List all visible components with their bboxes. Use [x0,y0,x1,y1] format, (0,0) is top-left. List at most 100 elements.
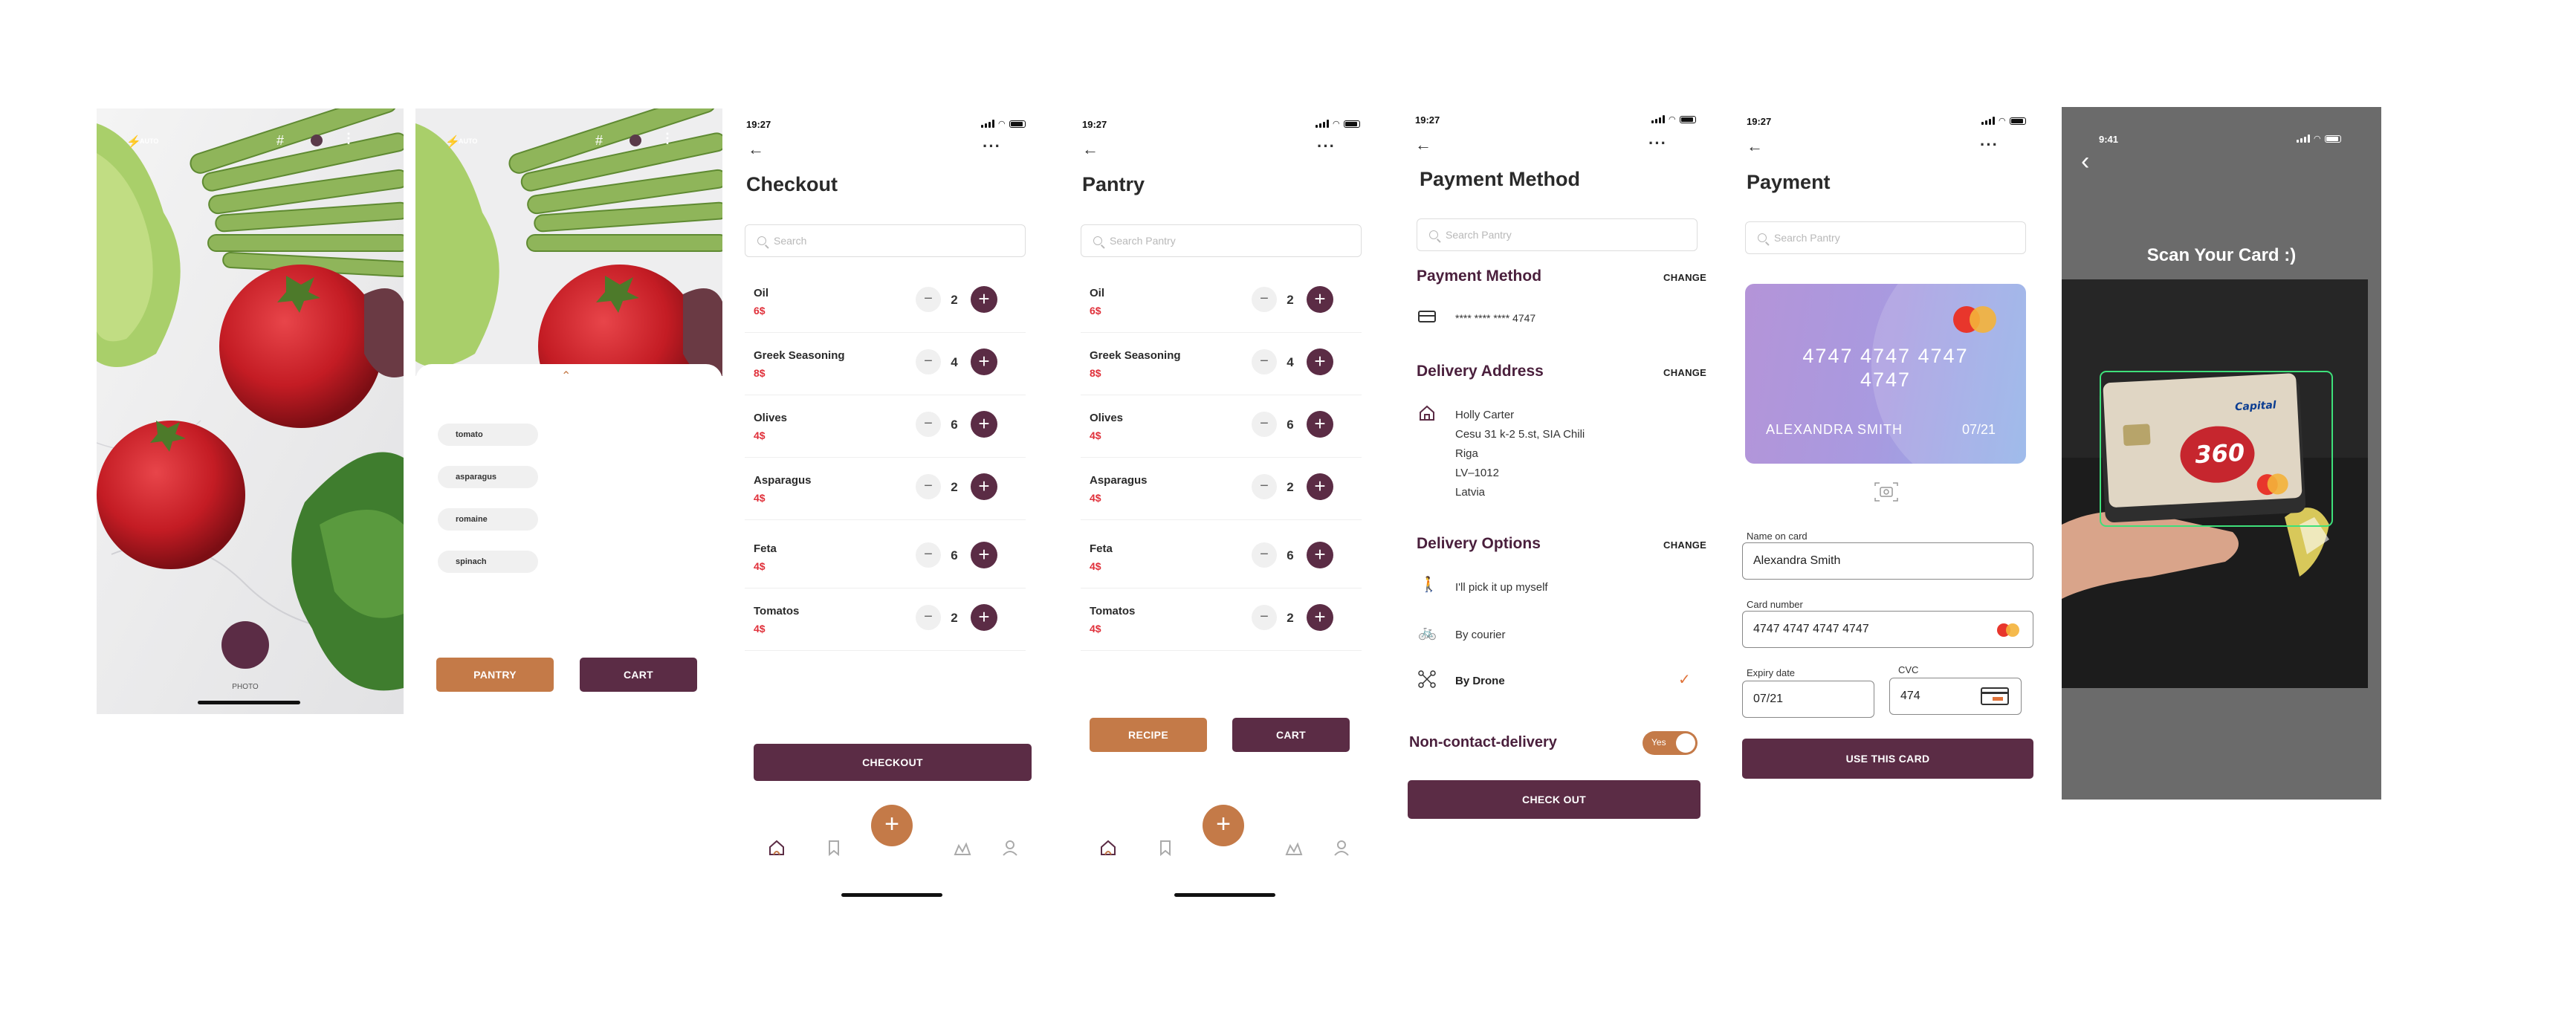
wifi-icon: ◠ [1669,115,1676,124]
decrease-quantity-button[interactable]: − [1252,474,1277,499]
camera-more-icon[interactable]: ⋮ [661,131,674,146]
decrease-quantity-button[interactable]: − [916,474,941,499]
decrease-quantity-button[interactable]: − [1252,287,1277,312]
grid-icon[interactable]: # [276,133,284,149]
change-payment-link[interactable]: CHANGE [1663,272,1706,283]
signal-icon [1315,120,1329,128]
nav-stats-icon[interactable] [953,838,972,857]
search-input[interactable]: Search Pantry [1417,218,1698,251]
increase-quantity-button[interactable]: + [1307,348,1333,375]
checkout-button[interactable]: CHECKOUT [754,744,1032,781]
wifi-icon: ◠ [1333,120,1340,129]
cart-button[interactable]: CART [1232,718,1350,752]
decrease-quantity-button[interactable]: − [916,542,941,568]
tag-chip[interactable]: asparagus [438,466,538,488]
camera-more-icon[interactable]: ⋮ [342,131,355,146]
decrease-quantity-button[interactable]: − [916,349,941,374]
increase-quantity-button[interactable]: + [971,542,997,568]
scan-title: Scan Your Card :) [2146,245,2297,265]
option-pickup[interactable]: I'll pick it up myself [1455,581,1548,594]
non-contact-toggle[interactable]: Yes [1643,731,1698,755]
nav-home-icon[interactable] [767,838,786,857]
search-placeholder: Search Pantry [1110,235,1176,247]
decrease-quantity-button[interactable]: − [1252,542,1277,568]
checkout-screen: 19:27 ◠ ← ··· Checkout Search Oil 6$ −2 + Gr… [736,108,1048,904]
expiry-date-input[interactable]: 07/21 [1742,681,1874,718]
more-options-icon[interactable]: ··· [1980,137,1999,153]
nav-bookmark-icon[interactable] [824,838,844,857]
signal-icon [1651,115,1665,123]
chevron-up-icon[interactable]: ⌃ [561,369,571,383]
name-on-card-input[interactable]: Alexandra Smith [1742,542,2033,580]
tag-chip[interactable]: romaine [438,508,538,531]
status-time: 19:27 [1082,119,1107,130]
effects-icon[interactable] [630,134,641,146]
option-courier[interactable]: By courier [1455,629,1506,641]
flash-icon[interactable]: ⚡ [445,134,460,149]
increase-quantity-button[interactable]: + [971,348,997,375]
item-price: 4$ [754,560,766,572]
flash-icon[interactable]: ⚡ [126,134,141,149]
back-chevron-icon[interactable]: ‹ [2081,149,2089,174]
nav-profile-icon[interactable] [1332,838,1351,857]
back-arrow-icon[interactable]: ← [1415,137,1431,153]
item-price: 8$ [754,367,766,379]
item-row: Tomatos 4$ −2 + [745,588,1026,651]
card-number-input[interactable]: 4747 4747 4747 4747 [1742,611,2033,648]
decrease-quantity-button[interactable]: − [1252,605,1277,630]
increase-quantity-button[interactable]: + [971,604,997,631]
search-input[interactable]: Search Pantry [1081,224,1362,257]
increase-quantity-button[interactable]: + [971,411,997,438]
back-arrow-icon[interactable]: ← [1747,138,1763,155]
add-fab-button[interactable]: + [871,805,913,846]
masked-card-number: **** **** **** 4747 [1455,312,1536,324]
increase-quantity-button[interactable]: + [1307,542,1333,568]
add-fab-button[interactable]: + [1203,805,1244,846]
more-options-icon[interactable]: ··· [1317,138,1336,155]
increase-quantity-button[interactable]: + [1307,604,1333,631]
nav-bookmark-icon[interactable] [1156,838,1175,857]
nav-stats-icon[interactable] [1284,838,1304,857]
increase-quantity-button[interactable]: + [1307,473,1333,500]
item-name: Asparagus [1090,474,1148,487]
decrease-quantity-button[interactable]: − [916,287,941,312]
camera-scan-icon[interactable] [1874,481,1899,502]
effects-icon[interactable] [311,134,323,146]
decrease-quantity-button[interactable]: − [1252,412,1277,437]
option-drone[interactable]: By Drone [1455,675,1505,687]
back-arrow-icon[interactable]: ← [748,141,764,158]
increase-quantity-button[interactable]: + [1307,411,1333,438]
grid-icon[interactable]: # [595,133,603,149]
pantry-button[interactable]: PANTRY [436,658,554,692]
item-name: Asparagus [754,474,812,487]
more-options-icon[interactable]: ··· [1648,135,1667,152]
increase-quantity-button[interactable]: + [971,286,997,313]
tag-chip[interactable]: spinach [438,551,538,573]
toggle-label: Yes [1651,737,1666,748]
decrease-quantity-button[interactable]: − [1252,349,1277,374]
change-address-link[interactable]: CHANGE [1663,367,1706,378]
item-quantity: 4 [1287,355,1294,369]
use-this-card-button[interactable]: USE THIS CARD [1742,739,2033,779]
shutter-button[interactable] [221,621,269,669]
cart-button[interactable]: CART [580,658,697,692]
check-out-button[interactable]: CHECK OUT [1408,780,1700,819]
increase-quantity-button[interactable]: + [1307,286,1333,313]
nav-profile-icon[interactable] [1000,838,1020,857]
recipe-button[interactable]: RECIPE [1090,718,1207,752]
nav-home-icon[interactable] [1098,838,1118,857]
back-arrow-icon[interactable]: ← [1082,141,1098,158]
decrease-quantity-button[interactable]: − [916,605,941,630]
expiry-date-value: 07/21 [1753,693,1784,705]
more-options-icon[interactable]: ··· [983,138,1001,155]
cvc-card-icon [1981,687,2009,705]
credit-card-preview[interactable]: 4747 4747 4747 4747 ALEXANDRA SMITH 07/2… [1745,284,2026,464]
search-input[interactable]: Search [745,224,1026,257]
decrease-quantity-button[interactable]: − [916,412,941,437]
photo-mode-label[interactable]: PHOTO [230,683,260,691]
change-options-link[interactable]: CHANGE [1663,539,1706,551]
tag-chip[interactable]: tomato [438,424,538,446]
cvc-input[interactable]: 474 [1889,678,2022,715]
increase-quantity-button[interactable]: + [971,473,997,500]
search-input[interactable]: Search Pantry [1745,221,2026,254]
